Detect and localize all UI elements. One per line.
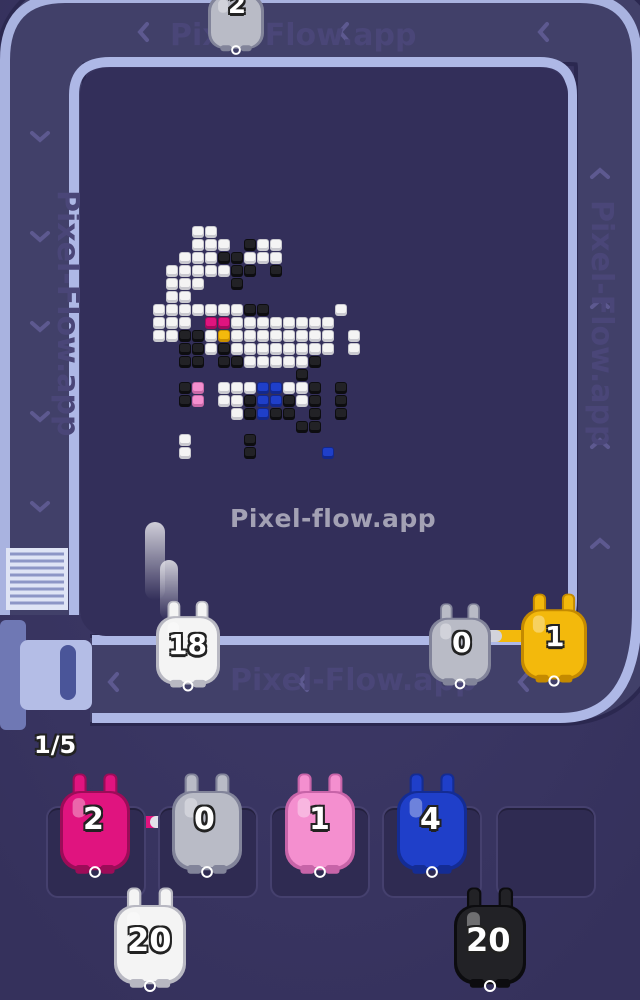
top-shooter-count: 2: [228, 0, 247, 20]
progress-label: 1/5: [34, 731, 77, 759]
queue-shooter-count: 20: [127, 921, 172, 959]
slot-shooter-count: 1: [309, 802, 330, 837]
conveyor-shooter-count: 18: [168, 628, 207, 661]
shooter-units: [60, 0, 587, 993]
slot-shooter-count: 0: [194, 802, 215, 837]
conveyor-shooter-count: 1: [545, 620, 565, 653]
queue-shooter-count: 20: [466, 921, 511, 959]
conveyor-shooter-count: 0: [452, 626, 472, 659]
slot-shooter-count: 4: [420, 802, 441, 837]
watermark: Pixel-flow.app: [230, 504, 437, 533]
slot-shooter-count: 2: [83, 802, 104, 837]
